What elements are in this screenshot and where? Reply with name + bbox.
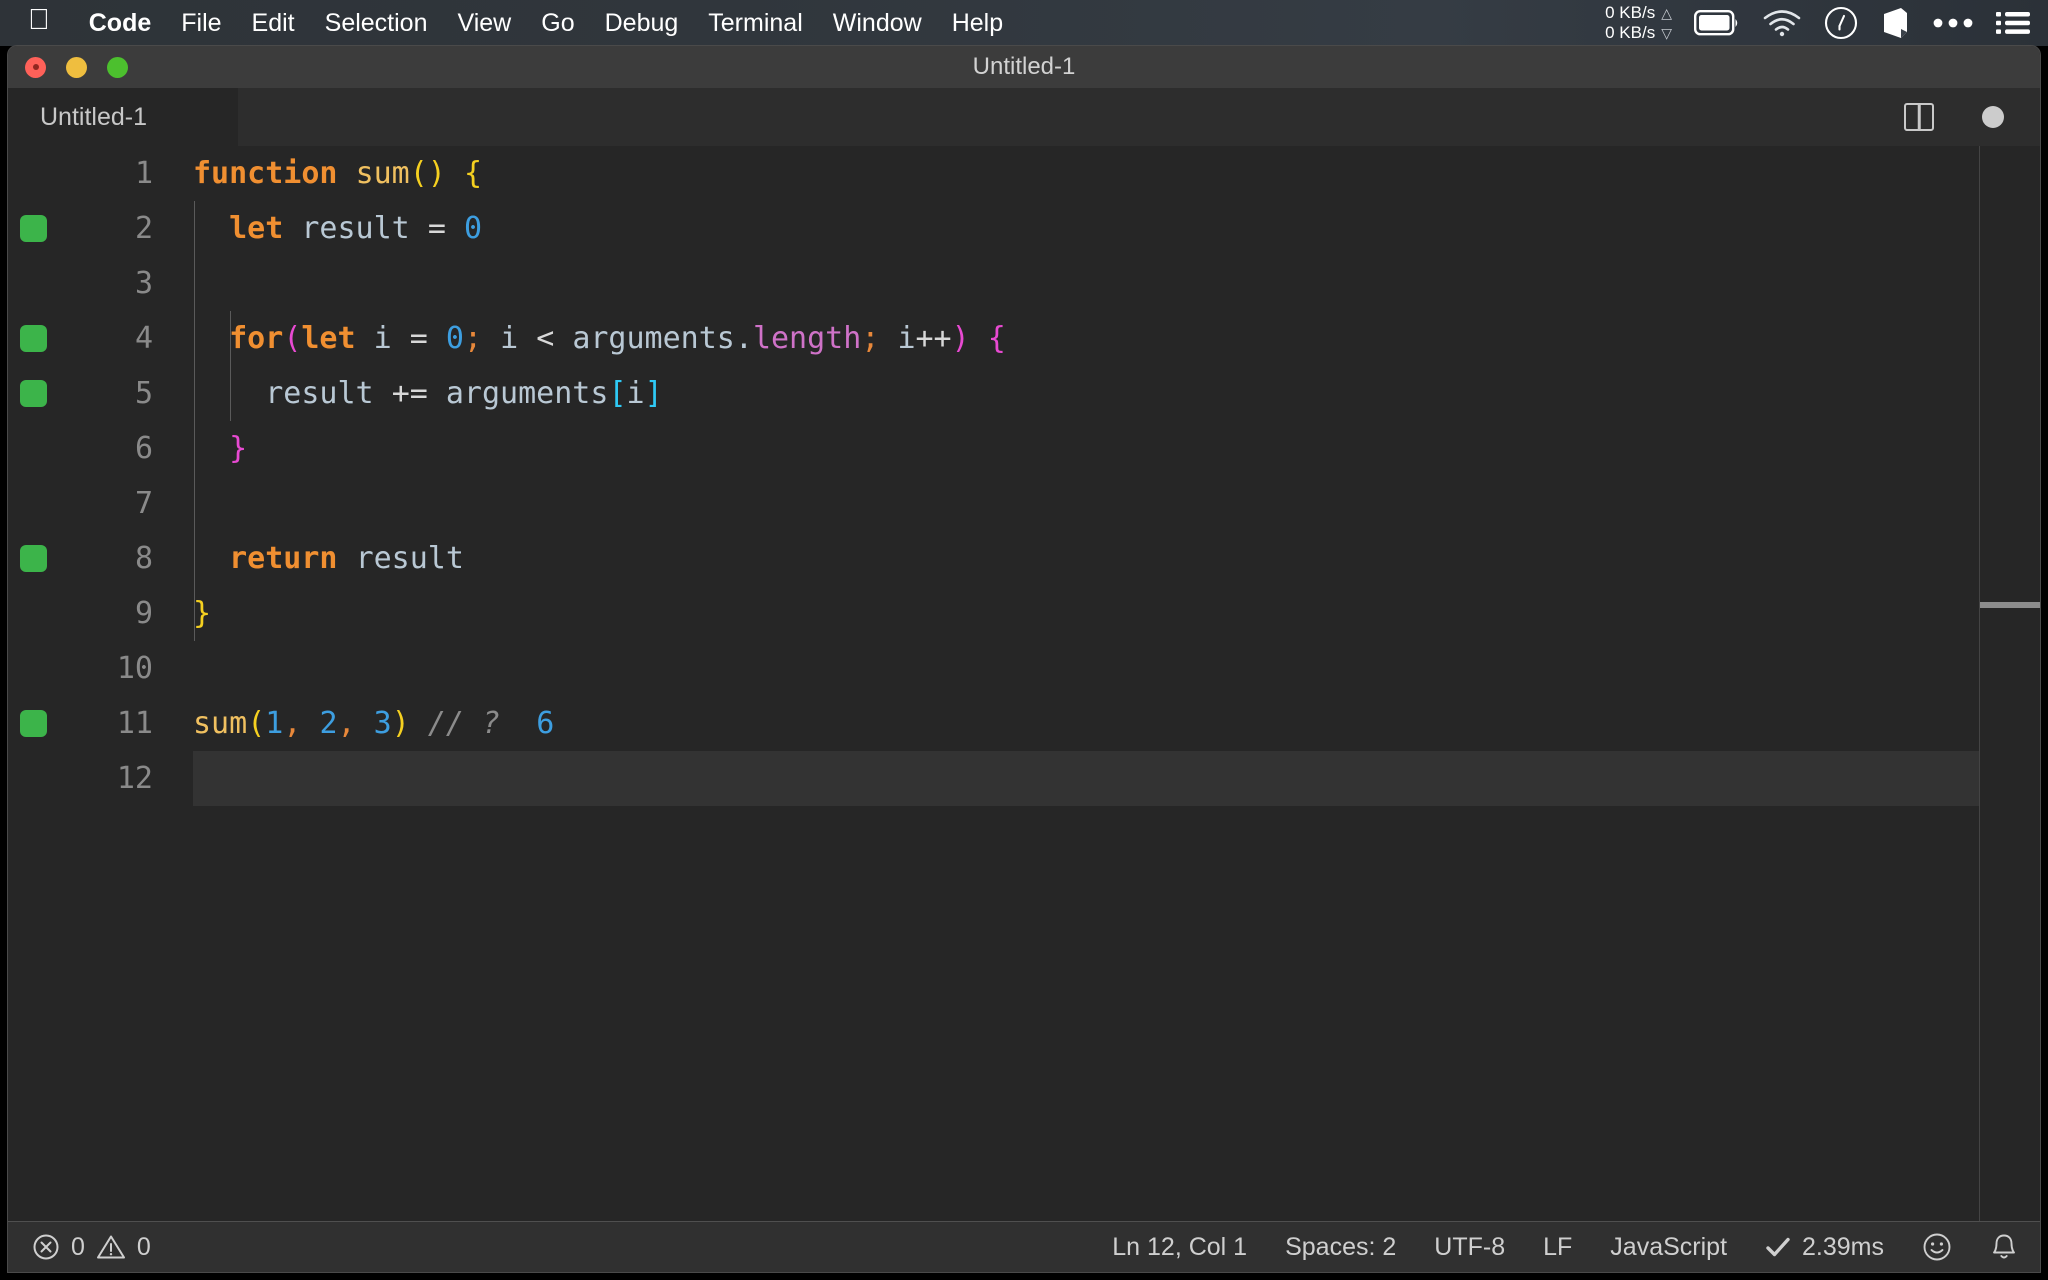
status-bar-left: 0 0: [32, 1233, 151, 1262]
current-line-highlight: [193, 751, 1980, 806]
line-content: }: [193, 596, 212, 631]
menu-item-selection[interactable]: Selection: [310, 9, 443, 38]
battery-icon[interactable]: [1694, 10, 1740, 36]
status-runtime[interactable]: 2.39ms: [1765, 1233, 1884, 1262]
line-number: 12: [116, 761, 153, 796]
tab-bar-empty-space: [238, 88, 1904, 146]
line-content: }: [229, 431, 248, 466]
menu-item-file[interactable]: File: [166, 9, 236, 38]
status-indentation[interactable]: Spaces: 2: [1285, 1233, 1396, 1262]
line-content: sum(1, 2, 3) // ? 6: [193, 706, 555, 741]
menu-item-window[interactable]: Window: [818, 9, 937, 38]
status-warnings[interactable]: 0: [96, 1233, 151, 1262]
window-traffic-lights: [25, 46, 128, 88]
menu-item-go[interactable]: Go: [526, 9, 589, 38]
split-editor-icon[interactable]: [1904, 103, 1934, 131]
wifi-icon[interactable]: [1762, 9, 1802, 37]
editor-actions: [1904, 88, 2040, 146]
apple-logo-icon[interactable]: : [28, 6, 50, 35]
download-arrow-icon: ▽: [1661, 25, 1672, 41]
network-speed-indicator[interactable]: 0 KB/s 0 KB/s △ ▽: [1605, 3, 1672, 43]
menu-item-terminal[interactable]: Terminal: [693, 9, 817, 38]
minimize-button[interactable]: [66, 56, 87, 78]
bell-icon: [1993, 1234, 2015, 1259]
line-number: 5: [134, 376, 153, 411]
status-cursor-position[interactable]: Ln 12, Col 1: [1112, 1233, 1247, 1262]
editor-line[interactable]: 3: [8, 256, 2040, 311]
macos-menu-bar:  Code File Edit Selection View Go Debug…: [0, 0, 2048, 46]
menu-bar-status-area: 0 KB/s 0 KB/s △ ▽: [1605, 3, 2030, 43]
ellipsis-icon[interactable]: [1932, 16, 1974, 30]
warning-triangle-icon: [96, 1235, 125, 1259]
status-bar: 0 0 Ln 12, Col 1 Spaces: 2 UTF-8 LF Java…: [8, 1221, 2040, 1272]
line-content: result += arguments[i]: [265, 376, 663, 411]
tab-label: Untitled-1: [40, 102, 147, 131]
line-number: 4: [134, 321, 153, 356]
status-language-mode[interactable]: JavaScript: [1610, 1233, 1727, 1262]
list-icon[interactable]: [1996, 10, 2030, 36]
upload-arrow-icon: △: [1661, 5, 1672, 21]
tab-untitled-1[interactable]: Untitled-1: [8, 88, 238, 146]
line-number: 3: [134, 266, 153, 301]
line-content: function sum() {: [193, 156, 482, 191]
editor-line[interactable]: 1 function sum() {: [8, 146, 2040, 201]
editor-line[interactable]: 10: [8, 641, 2040, 696]
network-download-rate: 0 KB/s: [1605, 23, 1656, 42]
menu-item-help[interactable]: Help: [937, 9, 1018, 38]
line-number: 11: [116, 706, 153, 741]
menu-item-view[interactable]: View: [443, 9, 527, 38]
editor-tab-bar: Untitled-1: [8, 88, 2040, 146]
runtime-value: 2.39ms: [1802, 1232, 1884, 1261]
menu-item-code[interactable]: Code: [74, 9, 167, 38]
checkmark-icon: [1766, 1237, 1790, 1257]
line-number: 10: [116, 651, 153, 686]
line-number: 1: [134, 156, 153, 191]
editor-line[interactable]: 2 let result = 0: [8, 201, 2040, 256]
feedback-button[interactable]: [1922, 1232, 1952, 1262]
speedometer-icon[interactable]: [1824, 6, 1858, 40]
line-number: 6: [134, 431, 153, 466]
menu-item-edit[interactable]: Edit: [237, 9, 310, 38]
window-title-bar: Untitled-1: [8, 46, 2040, 88]
error-count: 0: [71, 1232, 85, 1261]
line-number: 8: [134, 541, 153, 576]
vscode-window: Untitled-1 Untitled-1 1 function sum() {…: [8, 46, 2040, 1272]
window-title: Untitled-1: [972, 53, 1076, 80]
status-bar-right: Ln 12, Col 1 Spaces: 2 UTF-8 LF JavaScri…: [1112, 1232, 2018, 1262]
status-errors[interactable]: 0: [32, 1233, 85, 1262]
line-number: 9: [134, 596, 153, 631]
menu-item-debug[interactable]: Debug: [590, 9, 694, 38]
close-button[interactable]: [25, 56, 46, 78]
editor-line-active[interactable]: 12: [8, 751, 2040, 806]
unsaved-changes-dot[interactable]: [1982, 106, 2004, 128]
box-icon[interactable]: [1880, 6, 1910, 40]
editor-line[interactable]: 7: [8, 476, 2040, 531]
editor-line[interactable]: 6 }: [8, 421, 2040, 476]
line-content: return result: [229, 541, 464, 576]
overview-ruler-marker[interactable]: [1980, 602, 2040, 608]
error-circle-icon: [33, 1234, 59, 1260]
status-encoding[interactable]: UTF-8: [1434, 1233, 1505, 1262]
line-number: 2: [134, 211, 153, 246]
line-content: for(let i = 0; i < arguments.length; i++…: [229, 321, 1006, 356]
line-number: 7: [134, 486, 153, 521]
editor-line[interactable]: 5 result += arguments[i]: [8, 366, 2040, 421]
status-eol[interactable]: LF: [1543, 1233, 1572, 1262]
warning-count: 0: [136, 1232, 151, 1261]
editor-line[interactable]: 9 }: [8, 586, 2040, 641]
maximize-button[interactable]: [107, 56, 128, 78]
line-content: let result = 0: [229, 211, 482, 246]
notifications-button[interactable]: [1990, 1232, 2018, 1262]
code-editor[interactable]: 1 function sum() { 2 let result = 0 3 4 …: [8, 146, 2040, 1221]
network-upload-rate: 0 KB/s: [1605, 3, 1656, 22]
smiley-icon: [1923, 1233, 1951, 1261]
editor-line[interactable]: 4 for(let i = 0; i < arguments.length; i…: [8, 311, 2040, 366]
editor-line[interactable]: 8 return result: [8, 531, 2040, 586]
editor-line[interactable]: 11 sum(1, 2, 3) // ? 6: [8, 696, 2040, 751]
overview-ruler-border: [1979, 146, 1980, 1221]
